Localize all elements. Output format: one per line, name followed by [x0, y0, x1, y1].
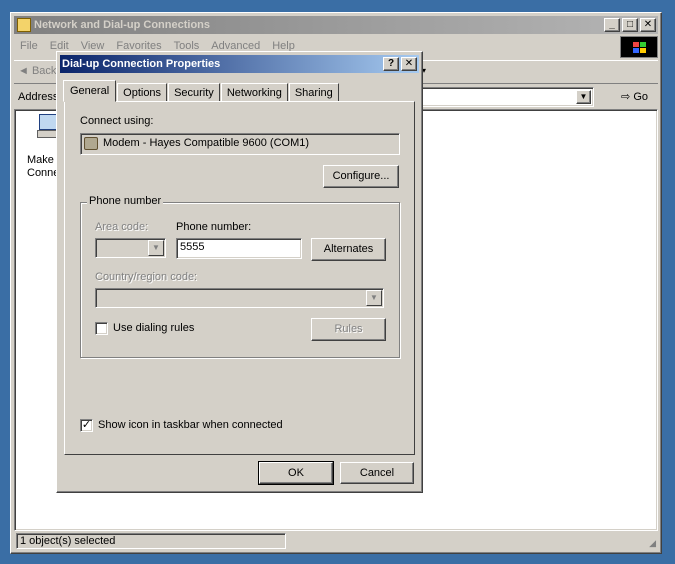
alternates-button[interactable]: Alternates [311, 238, 386, 261]
device-name: Modem - Hayes Compatible 9600 (COM1) [103, 137, 310, 149]
tab-strip: General Options Security Networking Shar… [63, 80, 340, 102]
show-icon-label[interactable]: Show icon in taskbar when connected [98, 419, 283, 431]
phone-number-group-label: Phone number [87, 195, 164, 207]
device-list[interactable]: Modem - Hayes Compatible 9600 (COM1) [80, 133, 400, 155]
minimize-button[interactable]: _ [604, 18, 620, 32]
general-tab-panel: Connect using: Modem - Hayes Compatible … [64, 101, 415, 455]
properties-dialog: Dial-up Connection Properties ? ✕ Genera… [56, 51, 423, 493]
dropdown-arrow-icon[interactable]: ▼ [366, 290, 382, 306]
country-region-label: Country/region code: [95, 271, 198, 283]
explorer-titlebar[interactable]: Network and Dial-up Connections _ □ ✕ [14, 16, 658, 34]
tab-sharing[interactable]: Sharing [288, 83, 339, 102]
address-dropdown-arrow-icon[interactable]: ▼ [576, 90, 591, 104]
connect-using-label: Connect using: [80, 115, 154, 127]
use-dialing-rules-label[interactable]: Use dialing rules [113, 322, 194, 334]
go-button[interactable]: ⇨ Go [621, 90, 648, 103]
ok-button[interactable]: OK [258, 461, 334, 485]
maximize-button[interactable]: □ [622, 18, 638, 32]
phone-number-group: Phone number Area code: ▼ Phone number: … [80, 195, 400, 358]
dialog-titlebar[interactable]: Dial-up Connection Properties ? ✕ [60, 55, 419, 73]
address-label: Address [18, 91, 59, 103]
close-button[interactable]: ✕ [640, 18, 656, 32]
tab-options[interactable]: Options [117, 83, 168, 102]
help-button[interactable]: ? [383, 57, 399, 71]
go-arrow-icon: ⇨ [621, 91, 631, 103]
phone-number-input[interactable]: 5555 [176, 238, 302, 259]
tab-general[interactable]: General [63, 80, 117, 102]
windows-logo-icon [620, 36, 658, 58]
dropdown-arrow-icon[interactable]: ▼ [148, 240, 164, 256]
folder-network-icon [17, 18, 31, 32]
show-icon-checkbox[interactable]: ✓ [80, 419, 93, 432]
area-code-label: Area code: [95, 221, 149, 233]
phone-number-label: Phone number: [176, 221, 252, 233]
resize-grip-icon[interactable]: ◢ [649, 538, 656, 549]
dialog-close-button[interactable]: ✕ [401, 57, 417, 71]
country-region-combo[interactable]: ▼ [95, 288, 384, 308]
status-bar: 1 object(s) selected ◢ [14, 532, 658, 550]
explorer-title: Network and Dial-up Connections [34, 19, 211, 31]
make-connection-icon[interactable] [37, 114, 59, 146]
checkmark-icon: ✓ [81, 419, 92, 431]
cancel-button[interactable]: Cancel [340, 462, 414, 484]
use-dialing-rules-checkbox[interactable] [95, 322, 108, 335]
tab-security[interactable]: Security [168, 83, 220, 102]
configure-button[interactable]: Configure... [323, 165, 399, 188]
tab-networking[interactable]: Networking [220, 83, 288, 102]
back-button[interactable]: ◄ Back [18, 65, 56, 77]
back-arrow-icon: ◄ [18, 65, 29, 77]
dialog-title: Dial-up Connection Properties [62, 58, 221, 70]
rules-button[interactable]: Rules [311, 318, 386, 341]
modem-icon [84, 137, 98, 150]
status-text: 1 object(s) selected [16, 533, 286, 549]
area-code-combo[interactable]: ▼ [95, 238, 166, 258]
menu-file[interactable]: File [14, 40, 44, 52]
